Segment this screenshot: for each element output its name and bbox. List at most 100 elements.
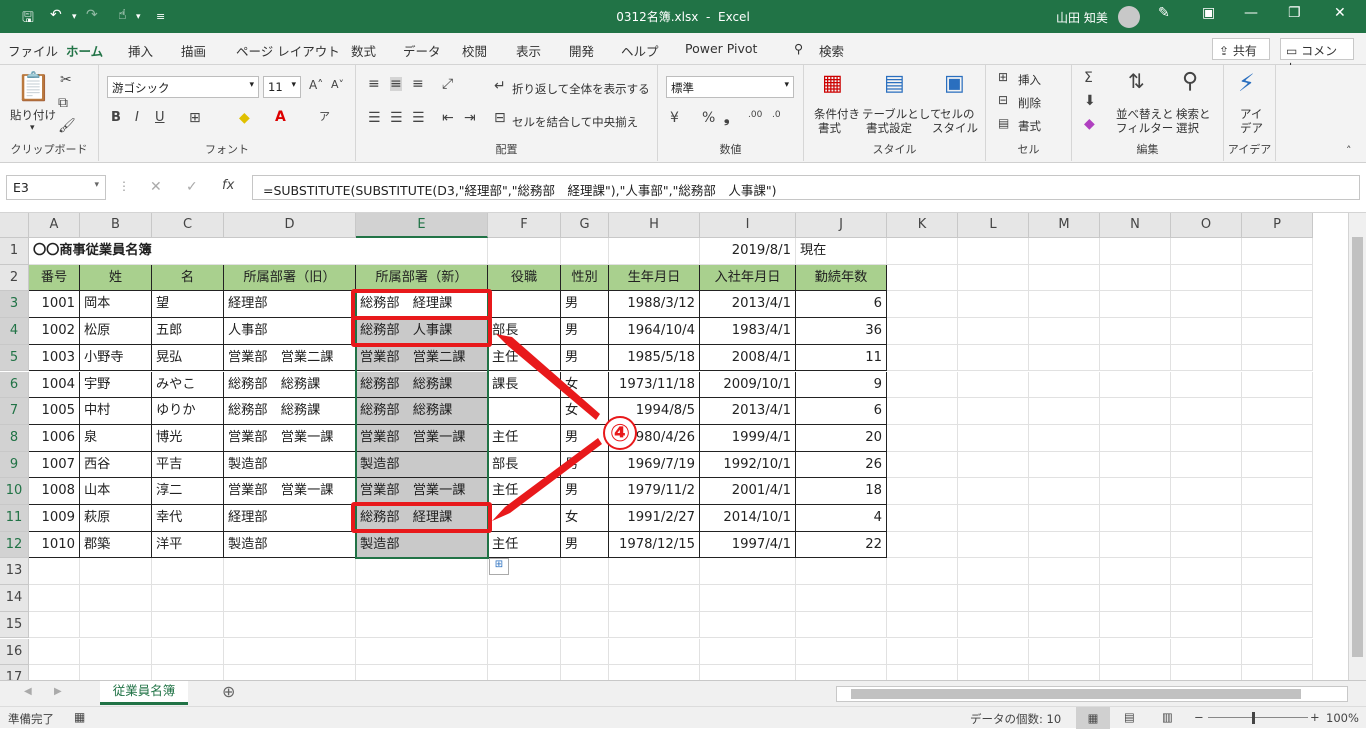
cell-G15[interactable] (561, 611, 609, 639)
cell-H6[interactable]: 1973/11/18 (609, 371, 700, 399)
page-break-view-icon[interactable]: ▥ (1162, 710, 1173, 724)
header-H[interactable]: 生年月日 (609, 264, 700, 292)
sort-filter-sub[interactable]: フィルター (1116, 120, 1173, 136)
tab-file[interactable]: ファイル (8, 41, 58, 60)
cell-N10[interactable] (1100, 478, 1171, 505)
cell-O8[interactable] (1171, 424, 1242, 452)
cell-H16[interactable] (609, 638, 700, 666)
cell-A7[interactable]: 1005 (29, 398, 80, 425)
cell-N15[interactable] (1100, 611, 1171, 639)
sheet-tab-active[interactable]: 従業員名簿 (100, 681, 188, 705)
cell-C11[interactable]: 幸代 (152, 505, 224, 532)
number-format-select[interactable]: 標準 ▾ (666, 76, 794, 98)
zoom-level[interactable]: 100% (1326, 711, 1359, 725)
normal-view-icon[interactable]: ▦ (1076, 707, 1110, 729)
collapse-ribbon-icon[interactable]: ˄ (1346, 145, 1352, 156)
cell-N1[interactable] (1100, 238, 1171, 265)
cell-I4[interactable]: 1983/4/1 (700, 318, 796, 345)
cell-D11[interactable]: 経理部 (224, 505, 356, 532)
macro-record-icon[interactable]: ▦ (74, 710, 85, 724)
cell-I14[interactable] (700, 585, 796, 612)
cell-A14[interactable] (29, 585, 80, 612)
borders-icon[interactable]: ⊞ (189, 111, 201, 125)
format-cells-icon[interactable]: ▤ (998, 117, 1009, 129)
cell-K14[interactable] (887, 585, 958, 612)
ideas-sub[interactable]: デア (1240, 120, 1263, 136)
row-header-6[interactable]: 6 (0, 371, 29, 399)
column-header-L[interactable]: L (958, 213, 1029, 238)
cell-E16[interactable] (356, 638, 488, 666)
next-sheet-icon[interactable]: ▶ (54, 687, 62, 697)
cell-B14[interactable] (80, 585, 152, 612)
header-A[interactable]: 番号 (29, 264, 80, 292)
cell-L9[interactable] (958, 451, 1029, 479)
search-icon[interactable]: ⚲ (794, 41, 803, 56)
cell-C5[interactable]: 晃弘 (152, 344, 224, 372)
conditional-format-icon[interactable]: ▦ (822, 73, 843, 95)
cell-J16[interactable] (796, 638, 887, 666)
restore-icon[interactable]: ❐ (1288, 5, 1301, 21)
column-header-A[interactable]: A (29, 213, 80, 238)
row-header-11[interactable]: 11 (0, 505, 29, 532)
cell-B7[interactable]: 中村 (80, 398, 152, 425)
align-middle-icon[interactable]: ≡ (390, 77, 402, 91)
cell-D4[interactable]: 人事部 (224, 318, 356, 345)
row-header-8[interactable]: 8 (0, 424, 29, 452)
comma-icon[interactable]: ❟ (724, 111, 730, 125)
cell-B13[interactable] (80, 558, 152, 586)
header-B[interactable]: 姓 (80, 264, 152, 292)
cell-O3[interactable] (1171, 291, 1242, 319)
cell-I10[interactable]: 2001/4/1 (700, 478, 796, 505)
cell-A6[interactable]: 1004 (29, 371, 80, 399)
cell-O7[interactable] (1171, 398, 1242, 425)
cancel-icon[interactable]: ✕ (150, 180, 162, 194)
cell-N6[interactable] (1100, 371, 1171, 399)
paste-button[interactable]: 貼り付け (10, 107, 56, 123)
cell-G12[interactable]: 男 (561, 531, 609, 559)
cell-O15[interactable] (1171, 611, 1242, 639)
cell-N8[interactable] (1100, 424, 1171, 452)
cell-C8[interactable]: 博光 (152, 424, 224, 452)
header-D[interactable]: 所属部署（旧） (224, 264, 356, 292)
cell-C7[interactable]: ゆりか (152, 398, 224, 425)
cell-F10[interactable]: 主任 (488, 478, 561, 505)
cell-J10[interactable]: 18 (796, 478, 887, 505)
column-header-O[interactable]: O (1171, 213, 1242, 238)
horizontal-scrollbar[interactable] (836, 686, 1348, 702)
cell-C9[interactable]: 平吉 (152, 451, 224, 479)
column-header-I[interactable]: I (700, 213, 796, 238)
cell-G11[interactable]: 女 (561, 505, 609, 532)
header-J[interactable]: 勤続年数 (796, 264, 887, 292)
tab-formulas[interactable]: 数式 (351, 41, 376, 60)
cell-K6[interactable] (887, 371, 958, 399)
cell-L13[interactable] (958, 558, 1029, 586)
format-as-table-icon[interactable]: ▤ (884, 73, 905, 95)
font-size-select[interactable]: 11 ▾ (263, 76, 301, 98)
cell-H10[interactable]: 1979/11/2 (609, 478, 700, 505)
cell-E13[interactable] (356, 558, 488, 586)
find-select-sub[interactable]: 選択 (1176, 120, 1199, 136)
paste-icon[interactable]: 📋 (16, 73, 51, 101)
cell-P8[interactable] (1242, 424, 1313, 452)
cell-G1[interactable] (561, 238, 609, 265)
cell-L8[interactable] (958, 424, 1029, 452)
column-header-B[interactable]: B (80, 213, 152, 238)
cell-I15[interactable] (700, 611, 796, 639)
cell-J4[interactable]: 36 (796, 318, 887, 345)
column-header-G[interactable]: G (561, 213, 609, 238)
cell-G9[interactable]: 男 (561, 451, 609, 479)
cell-C3[interactable]: 望 (152, 291, 224, 319)
column-header-J[interactable]: J (796, 213, 887, 238)
cell-K9[interactable] (887, 451, 958, 479)
increase-indent-icon[interactable]: ⇥ (464, 111, 476, 125)
cell-A5[interactable]: 1003 (29, 344, 80, 372)
cell-D13[interactable] (224, 558, 356, 586)
row-header-10[interactable]: 10 (0, 478, 29, 505)
decrease-indent-icon[interactable]: ⇤ (442, 111, 454, 125)
cell-M5[interactable] (1029, 344, 1100, 372)
cell-P16[interactable] (1242, 638, 1313, 666)
cell-C16[interactable] (152, 638, 224, 666)
page-layout-view-icon[interactable]: ▤ (1124, 710, 1135, 724)
row-header-15[interactable]: 15 (0, 611, 29, 639)
cell-F3[interactable] (488, 291, 561, 319)
